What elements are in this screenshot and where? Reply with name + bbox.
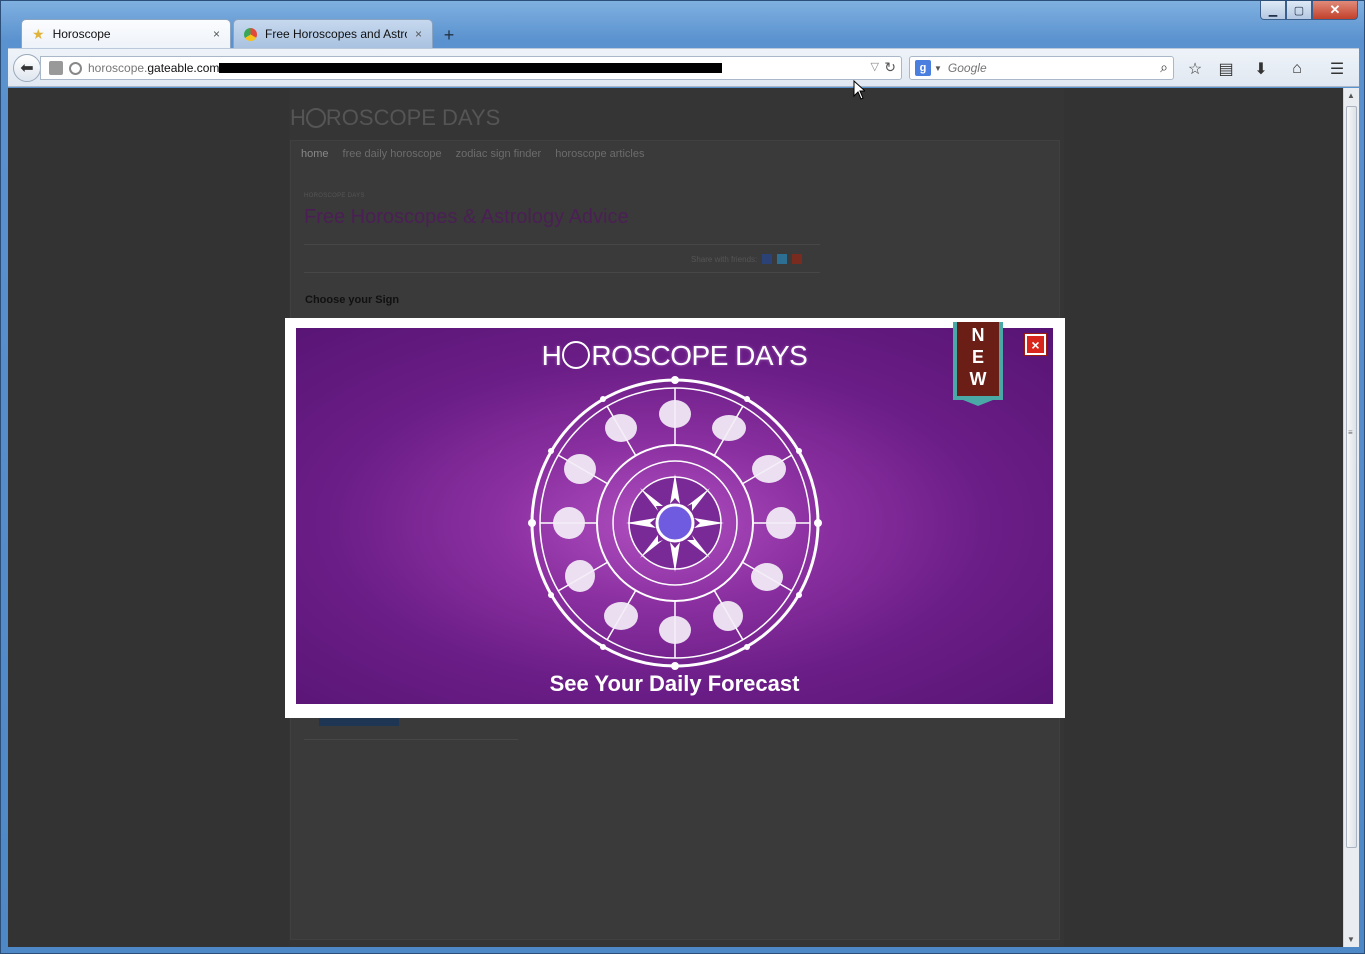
search-bar[interactable]: g ▼ ⌕ — [909, 56, 1174, 80]
choose-sign-heading: Choose your Sign — [305, 294, 400, 306]
twitter-icon[interactable] — [777, 254, 788, 264]
share-label: Share with friends: — [691, 254, 758, 264]
url-dropdown-icon[interactable]: ▽ — [871, 60, 879, 73]
tab-title: Free Horoscopes and Astro... — [265, 27, 407, 41]
search-icon[interactable]: ⌕ — [1160, 59, 1168, 76]
modal-close-button[interactable]: × — [1025, 334, 1046, 355]
promo-banner[interactable]: H ROSCOPE DAYS See Your Daily Forecast — [296, 328, 1053, 704]
search-input[interactable] — [947, 61, 1148, 75]
bookmarks-list-icon[interactable]: ▤ — [1215, 58, 1237, 80]
logo-prefix: H — [290, 105, 306, 130]
new-tab-button[interactable]: + — [435, 22, 463, 48]
url-text: horoscope.gateable.com — [88, 61, 219, 75]
minimize-button[interactable]: ▁ — [1260, 1, 1286, 20]
ribbon-tip — [953, 396, 1003, 406]
download-icon[interactable]: ⬇ — [1250, 58, 1272, 80]
breadcrumb: HOROSCOPE DAYS — [304, 193, 365, 199]
url-bar[interactable]: horoscope.gateable.com ▽ ↻ — [40, 56, 902, 80]
brand-prefix: H — [541, 340, 562, 371]
tab-title: Horoscope — [52, 27, 111, 41]
scroll-thumb[interactable] — [1346, 106, 1357, 848]
back-arrow-icon: ⬅ — [20, 60, 34, 77]
bookmark-star-icon[interactable]: ☆ — [1184, 58, 1206, 80]
navigation-bar: ⬅ horoscope.gateable.com ▽ ↻ g ▼ ⌕ ☆ ▤ ⬇… — [8, 48, 1359, 87]
engine-dropdown-icon[interactable]: ▼ — [934, 64, 942, 73]
url-domain: gateable.com — [147, 61, 220, 75]
ribbon-letter: E — [971, 347, 984, 367]
brand-rest: ROSCOPE DAYS — [591, 340, 808, 371]
divider — [304, 272, 820, 273]
share-bar: Share with friends: — [691, 254, 803, 264]
tab-close-icon[interactable]: × — [415, 27, 422, 41]
divider — [304, 244, 820, 245]
promo-modal: H ROSCOPE DAYS See Your Daily Forecast N… — [285, 318, 1065, 718]
zodiac-wheel-icon — [562, 341, 591, 369]
new-ribbon: N E W — [948, 322, 1008, 410]
menu-item-articles[interactable]: horoscope articles — [555, 148, 644, 160]
browser-window: ▁ ▢ ✕ ★ Horoscope × Free Horoscopes and … — [0, 0, 1365, 954]
banner-brand: H ROSCOPE DAYS — [296, 340, 1053, 372]
reload-icon[interactable]: ↻ — [884, 59, 896, 76]
divider — [304, 739, 518, 740]
menu-item-sign-finder[interactable]: zodiac sign finder — [456, 148, 542, 160]
scroll-grip-icon: ≡ — [1348, 428, 1353, 437]
back-button[interactable]: ⬅ — [13, 54, 41, 82]
chrome-favicon-icon — [244, 27, 257, 41]
window-controls: ▁ ▢ ✕ — [1260, 1, 1358, 20]
tab-horoscope[interactable]: ★ Horoscope × — [21, 19, 231, 48]
menu-icon[interactable]: ☰ — [1326, 58, 1348, 80]
scroll-up-icon[interactable]: ▲ — [1347, 91, 1355, 100]
site-logo[interactable]: H ROSCOPE DAYS — [290, 105, 500, 131]
top-menu: home free daily horoscope zodiac sign fi… — [301, 148, 644, 160]
url-prefix: horoscope. — [88, 61, 148, 75]
maximize-button[interactable]: ▢ — [1286, 1, 1312, 20]
ribbon-body: N E W — [953, 322, 1003, 400]
menu-item-home[interactable]: home — [301, 148, 329, 160]
page-icon — [49, 61, 63, 75]
star-icon: ★ — [32, 25, 45, 42]
mouse-cursor-icon — [853, 80, 865, 100]
logo-text: ROSCOPE DAYS — [325, 105, 501, 130]
globe-icon — [69, 61, 82, 75]
zodiac-wheel-illustration — [528, 376, 822, 670]
tab-strip: ★ Horoscope × Free Horoscopes and Astro.… — [21, 18, 463, 48]
ribbon-letter: N — [971, 325, 985, 345]
scroll-down-icon[interactable]: ▼ — [1347, 935, 1355, 944]
home-icon[interactable]: ⌂ — [1286, 58, 1308, 80]
tab-free-horoscopes[interactable]: Free Horoscopes and Astro... × — [233, 19, 433, 48]
window-close-button[interactable]: ✕ — [1312, 1, 1358, 20]
facebook-icon[interactable] — [762, 254, 773, 264]
vertical-scrollbar[interactable]: ▲ ≡ ▼ — [1343, 88, 1359, 947]
zodiac-wheel-icon — [305, 108, 326, 128]
page-title: Free Horoscopes & Astrology Advice — [304, 206, 629, 228]
ribbon-letter: W — [969, 369, 987, 389]
forecast-headline: See Your Daily Forecast — [549, 671, 800, 696]
redaction-bar — [219, 63, 723, 73]
google-icon[interactable]: g — [915, 60, 931, 76]
google-plus-icon[interactable] — [792, 254, 803, 264]
menu-item-daily-horoscope[interactable]: free daily horoscope — [343, 148, 442, 160]
tab-close-icon[interactable]: × — [213, 27, 220, 41]
